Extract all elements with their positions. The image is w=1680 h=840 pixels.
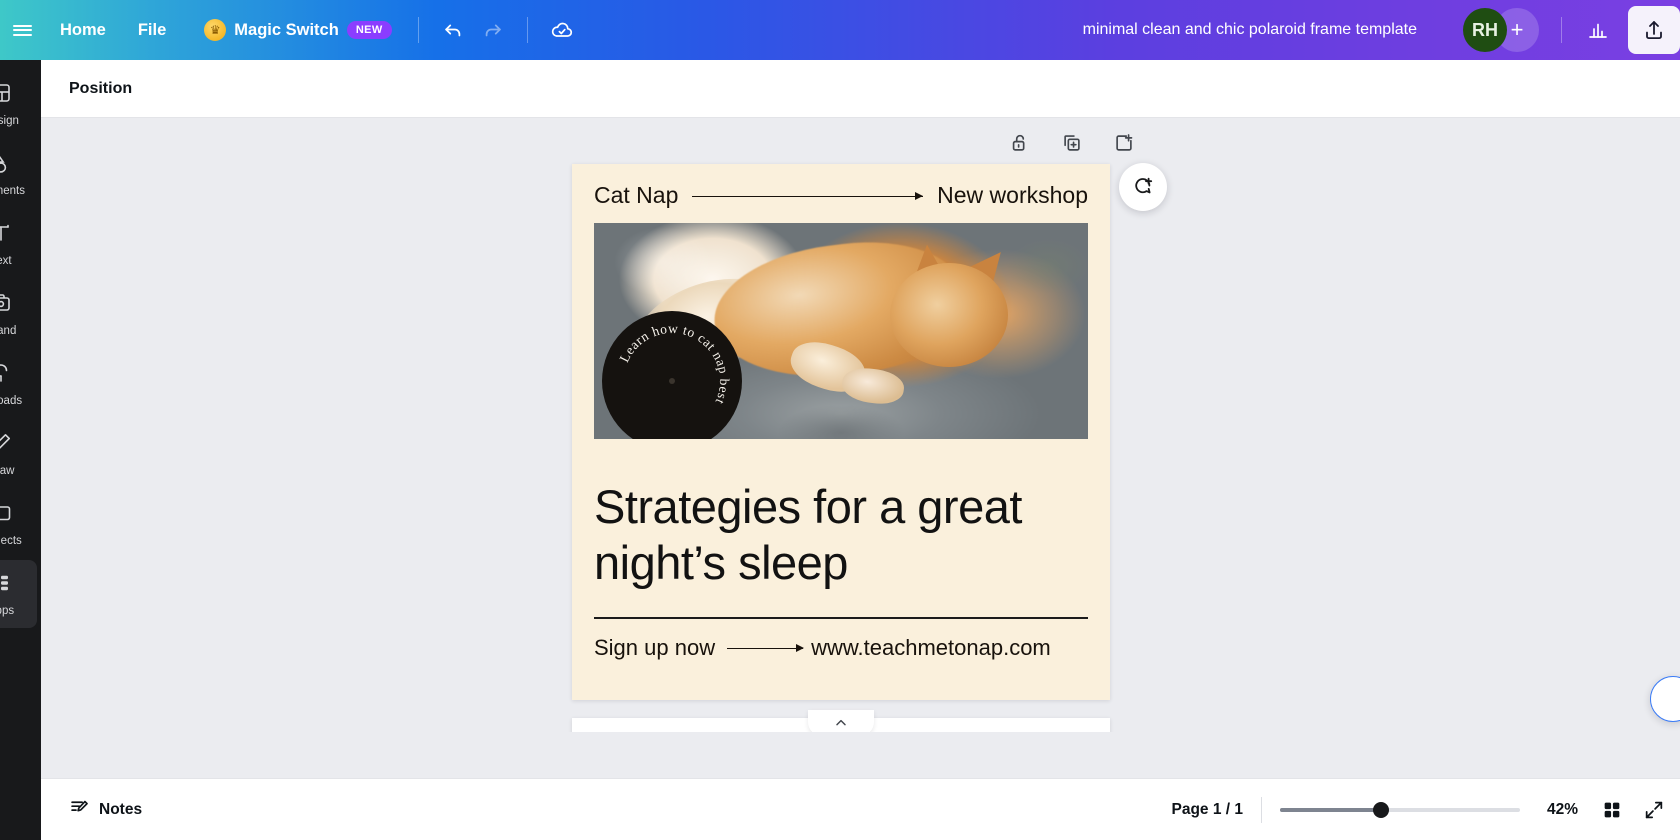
- sidebar-item-label: Design: [0, 115, 19, 127]
- notes-label: Notes: [99, 801, 142, 819]
- sidebar-item-label: Elements: [0, 185, 25, 197]
- stamp-text: Learn how to cat nap best: [616, 321, 732, 407]
- sidebar-item-design[interactable]: Design: [0, 70, 37, 138]
- uploads-icon: [0, 361, 13, 390]
- add-page-icon: [1113, 132, 1135, 154]
- cat-photo[interactable]: Learn how to cat nap best: [594, 223, 1088, 439]
- nav-home[interactable]: Home: [44, 11, 122, 49]
- chevron-up-icon: [833, 715, 849, 731]
- position-button[interactable]: Position: [57, 72, 144, 106]
- sidebar-items: Design Elements Text: [0, 60, 41, 630]
- grid-view-button[interactable]: [1592, 790, 1632, 830]
- card-header-row: Cat Nap New workshop: [594, 182, 1088, 209]
- expand-icon: [1643, 799, 1665, 821]
- apps-icon: [0, 571, 13, 600]
- add-comment-icon: [1131, 175, 1155, 199]
- grid-view-icon: [1601, 799, 1623, 821]
- headline-text[interactable]: Strategies for a great night’s sleep: [594, 479, 1088, 591]
- bottombar-divider: [1261, 797, 1262, 823]
- help-button[interactable]: [1650, 676, 1680, 722]
- crown-icon: ♛: [204, 19, 226, 41]
- projects-icon: [0, 501, 13, 530]
- collapse-page-button[interactable]: [808, 710, 874, 732]
- editor-toolbar: Position: [41, 60, 1680, 118]
- undo-icon[interactable]: [433, 10, 473, 50]
- sidebar-item-label: Brand: [0, 325, 16, 337]
- magic-switch-button[interactable]: ♛ Magic Switch NEW: [194, 11, 403, 49]
- card-footer-row: Sign up now www.teachmetonap.com: [594, 635, 1088, 661]
- notes-pencil-icon: [69, 797, 90, 823]
- card-bottom-right-text[interactable]: www.teachmetonap.com: [811, 635, 1051, 661]
- card-bottom-left-text[interactable]: Sign up now: [594, 635, 715, 661]
- draw-icon: [0, 431, 13, 460]
- left-sidebar: Design Elements Text: [0, 60, 41, 840]
- arrow-right-icon: [692, 190, 923, 202]
- cat-head-shape: [890, 263, 1008, 367]
- bar-chart-icon[interactable]: [1578, 10, 1618, 50]
- notes-button[interactable]: Notes: [57, 789, 154, 831]
- add-page-button[interactable]: [1107, 126, 1141, 160]
- sidebar-item-elements[interactable]: Elements: [0, 140, 37, 208]
- canvas-area[interactable]: Cat Nap New workshop: [41, 118, 1680, 732]
- document-title[interactable]: minimal clean and chic polaroid frame te…: [1073, 15, 1427, 45]
- elements-icon: [0, 151, 13, 180]
- card-top-right-text[interactable]: New workshop: [937, 182, 1088, 209]
- sidebar-item-draw[interactable]: Draw: [0, 420, 37, 488]
- hamburger-icon[interactable]: [0, 0, 44, 60]
- stamp-center-dot: [669, 378, 675, 384]
- sidebar-item-text[interactable]: Text: [0, 210, 37, 278]
- page-indicator: Page 1 / 1: [1171, 801, 1243, 819]
- duplicate-button[interactable]: [1055, 126, 1089, 160]
- card-content: Cat Nap New workshop: [572, 164, 1110, 661]
- sidebar-item-label: Apps: [0, 605, 14, 617]
- redo-icon[interactable]: [473, 10, 513, 50]
- share-button[interactable]: [1628, 6, 1680, 54]
- zoom-slider-thumb[interactable]: [1373, 802, 1389, 818]
- add-comment-button[interactable]: [1119, 163, 1167, 211]
- toolbar-divider-3: [1561, 17, 1562, 43]
- collaborators: + RH: [1463, 8, 1539, 52]
- sidebar-item-label: Projects: [0, 535, 22, 547]
- zoom-percentage[interactable]: 42%: [1520, 801, 1578, 819]
- sidebar-item-label: Uploads: [0, 395, 22, 407]
- zoom-slider-fill: [1280, 808, 1381, 812]
- new-badge: NEW: [347, 21, 392, 39]
- share-upload-icon: [1642, 18, 1666, 42]
- lock-toggle-button[interactable]: [1003, 126, 1037, 160]
- arrow-right-icon-2: [727, 642, 803, 654]
- sidebar-item-brand[interactable]: Brand: [0, 280, 37, 348]
- avatar[interactable]: RH: [1463, 8, 1507, 52]
- brand-icon: [0, 291, 13, 320]
- zoom-slider[interactable]: [1280, 800, 1520, 820]
- sidebar-item-uploads[interactable]: Uploads: [0, 350, 37, 418]
- sidebar-item-label: Draw: [0, 465, 14, 477]
- duplicate-icon: [1061, 132, 1083, 154]
- unlock-icon: [1009, 132, 1031, 154]
- toolbar-divider-2: [527, 17, 528, 43]
- card-divider: [594, 617, 1088, 619]
- circular-stamp-badge[interactable]: Learn how to cat nap best: [602, 311, 742, 439]
- bottom-status-bar: Notes Page 1 / 1 42%: [41, 778, 1680, 840]
- card-top-left-text[interactable]: Cat Nap: [594, 182, 678, 209]
- top-bar: Home File ♛ Magic Switch NEW minimal cle…: [0, 0, 1680, 60]
- sidebar-item-apps[interactable]: Apps: [0, 560, 37, 628]
- design-icon: [0, 81, 13, 110]
- magic-switch-label: Magic Switch: [234, 21, 339, 40]
- cloud-check-icon[interactable]: [542, 10, 582, 50]
- object-controls: [1003, 126, 1141, 160]
- fullscreen-button[interactable]: [1634, 790, 1674, 830]
- text-icon: [0, 221, 13, 250]
- nav-file[interactable]: File: [122, 11, 182, 49]
- toolbar-divider-1: [418, 17, 419, 43]
- sidebar-item-projects[interactable]: Projects: [0, 490, 37, 558]
- sidebar-item-label: Text: [0, 255, 12, 267]
- stamp-text-path: Learn how to cat nap best: [616, 321, 732, 407]
- design-canvas-page[interactable]: Cat Nap New workshop: [572, 164, 1110, 700]
